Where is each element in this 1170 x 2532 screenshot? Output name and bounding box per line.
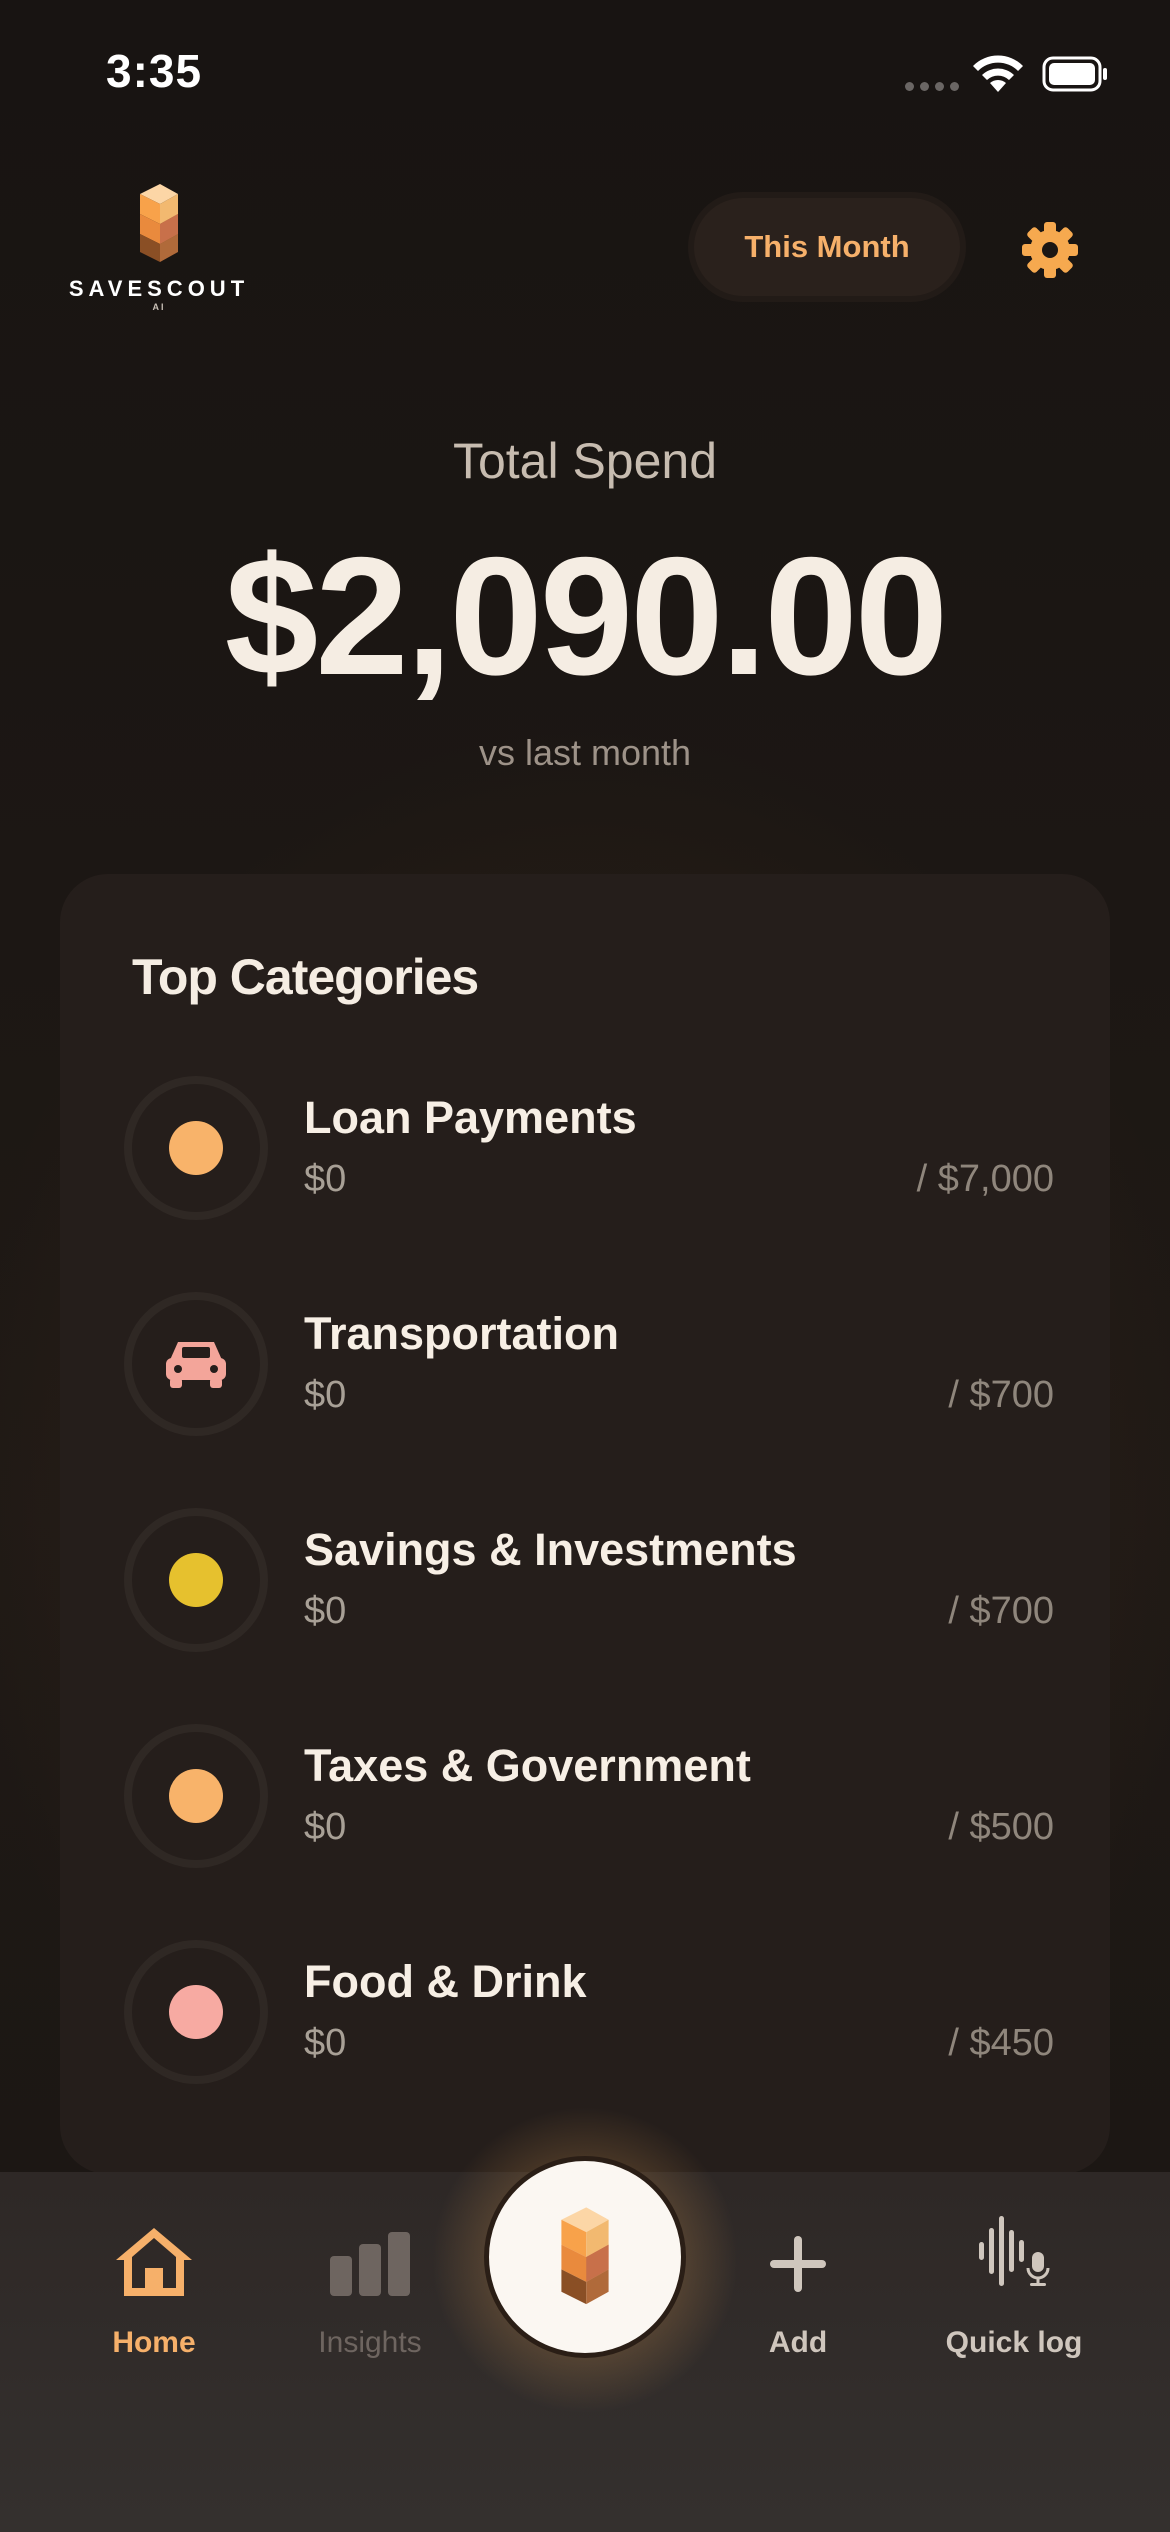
savescout-logo-icon — [140, 184, 178, 262]
category-budget: / $700 — [948, 1374, 1054, 1416]
category-icon-ring — [124, 1940, 268, 2084]
category-budget: / $500 — [948, 1806, 1054, 1848]
nav-quick-log[interactable]: Quick log — [914, 2172, 1114, 2372]
bar-chart-icon — [330, 2232, 410, 2296]
period-selector-button[interactable]: This Month — [694, 198, 960, 296]
plus-icon — [770, 2236, 826, 2292]
battery-icon — [1042, 56, 1107, 92]
category-name: Food & Drink — [304, 1956, 587, 2007]
category-dot-icon — [169, 1553, 223, 1607]
category-budget: / $450 — [948, 2022, 1054, 2064]
top-categories-title: Top Categories — [132, 949, 479, 1005]
cellular-signal-icon — [905, 82, 959, 94]
gear-icon[interactable] — [1018, 218, 1082, 282]
brand-sub: AI — [152, 302, 166, 312]
category-spent: $0 — [304, 1806, 347, 1848]
category-icon-ring — [124, 1508, 268, 1652]
nav-home-label: Home — [112, 2326, 196, 2359]
category-name: Transportation — [304, 1308, 620, 1359]
category-spent: $0 — [304, 1374, 347, 1416]
category-spent: $0 — [304, 2022, 347, 2064]
total-spend-label: Total Spend — [452, 433, 718, 489]
comparison-label: vs last month — [478, 732, 692, 773]
voice-icon — [979, 2216, 1050, 2286]
category-icon-ring — [124, 1292, 268, 1436]
total-spend-amount: $2,090.00 — [224, 522, 948, 710]
category-spent: $0 — [304, 1158, 347, 1200]
category-row-savings-investments[interactable]: Savings & Investments $0 / $700 — [124, 1508, 1054, 1668]
status-bar: 3:35 — [0, 0, 1170, 140]
savescout-logo: SAVESCOUT AI — [68, 184, 250, 314]
category-budget: / $7,000 — [916, 1158, 1054, 1200]
category-spent: $0 — [304, 1590, 347, 1632]
savescout-logo-icon — [561, 2207, 609, 2305]
category-name: Taxes & Government — [304, 1740, 751, 1791]
nav-quick-log-label: Quick log — [945, 2326, 1083, 2359]
category-budget: / $700 — [948, 1590, 1054, 1632]
home-icon — [116, 2228, 192, 2296]
status-time: 3:35 — [106, 45, 203, 97]
wifi-icon — [973, 55, 1023, 92]
category-dot-icon — [169, 1121, 223, 1175]
nav-home[interactable]: Home — [54, 2172, 254, 2372]
top-categories-card: Top Categories Loan Payments $0 / $7,000… — [60, 874, 1110, 2174]
period-label: This Month — [744, 229, 910, 264]
category-name: Savings & Investments — [304, 1524, 797, 1575]
car-icon — [166, 1342, 226, 1388]
category-name: Loan Payments — [304, 1092, 637, 1143]
savescout-center-button[interactable] — [484, 2156, 686, 2358]
category-dot-icon — [169, 1769, 223, 1823]
category-row-food-drink[interactable]: Food & Drink $0 / $450 — [124, 1940, 1054, 2100]
category-row-loan-payments[interactable]: Loan Payments $0 / $7,000 — [124, 1076, 1054, 1236]
category-icon-ring — [124, 1724, 268, 1868]
category-icon-ring — [124, 1076, 268, 1220]
category-row-taxes-government[interactable]: Taxes & Government $0 / $500 — [124, 1724, 1054, 1884]
category-row-transportation[interactable]: Transportation $0 / $700 — [124, 1292, 1054, 1452]
category-dot-icon — [169, 1985, 223, 2039]
brand-name: SAVESCOUT — [68, 276, 250, 301]
